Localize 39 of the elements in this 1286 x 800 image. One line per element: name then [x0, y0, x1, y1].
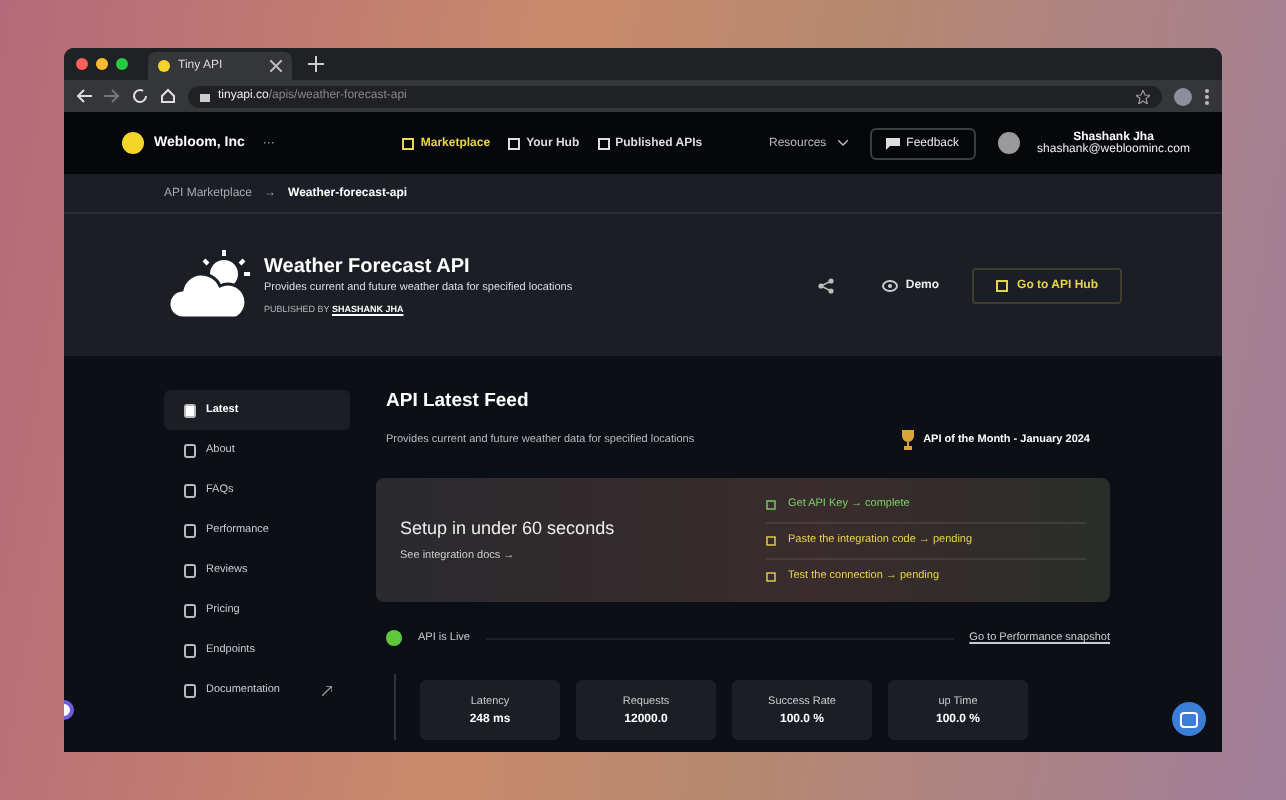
- setup-title: Setup in under 60 seconds: [400, 518, 615, 538]
- close-window-icon[interactable]: [76, 58, 88, 70]
- profile-avatar[interactable]: [1174, 87, 1192, 105]
- cloud-sun-icon: [168, 249, 252, 321]
- sidebar-item-icon: [184, 483, 196, 497]
- sidebar-item-icon: [184, 403, 196, 417]
- nav-icon: [508, 137, 521, 149]
- forward-icon[interactable]: [104, 88, 120, 104]
- reload-icon[interactable]: [132, 88, 148, 104]
- eye-icon: [881, 279, 898, 291]
- back-icon[interactable]: [76, 88, 92, 104]
- new-tab-icon[interactable]: [308, 56, 324, 72]
- menu-icon[interactable]: [1204, 87, 1210, 105]
- star-icon[interactable]: [1136, 89, 1150, 103]
- home-icon[interactable]: [160, 88, 176, 104]
- minimize-window-icon[interactable]: [96, 58, 108, 70]
- sidebar-item-icon: [184, 443, 196, 457]
- step-icon: [766, 499, 776, 509]
- chevron-down-icon: [838, 140, 849, 146]
- chat-icon: [1180, 711, 1198, 727]
- sidebar-item-icon: [184, 563, 196, 577]
- user-avatar[interactable]: [997, 132, 1020, 154]
- sidebar-item-icon: [184, 643, 196, 657]
- chat-icon: [886, 137, 901, 149]
- close-icon[interactable]: [270, 60, 282, 72]
- nav-icon: [597, 137, 610, 149]
- api-title: Weather Forecast API: [264, 256, 472, 278]
- sidebar-item-icon: [184, 523, 196, 537]
- hub-icon: [995, 279, 1008, 291]
- sidebar-item-icon: [184, 603, 196, 617]
- sidebar-item-icon: [184, 683, 196, 697]
- step-icon: [766, 535, 776, 545]
- feed-title: API Latest Feed: [386, 390, 531, 412]
- trophy-icon: [901, 430, 914, 450]
- maximize-window-icon[interactable]: [116, 58, 128, 70]
- nav-icon: [402, 137, 415, 149]
- chat-button[interactable]: [1172, 702, 1206, 736]
- share-icon[interactable]: [817, 277, 834, 293]
- step-icon: [766, 571, 776, 581]
